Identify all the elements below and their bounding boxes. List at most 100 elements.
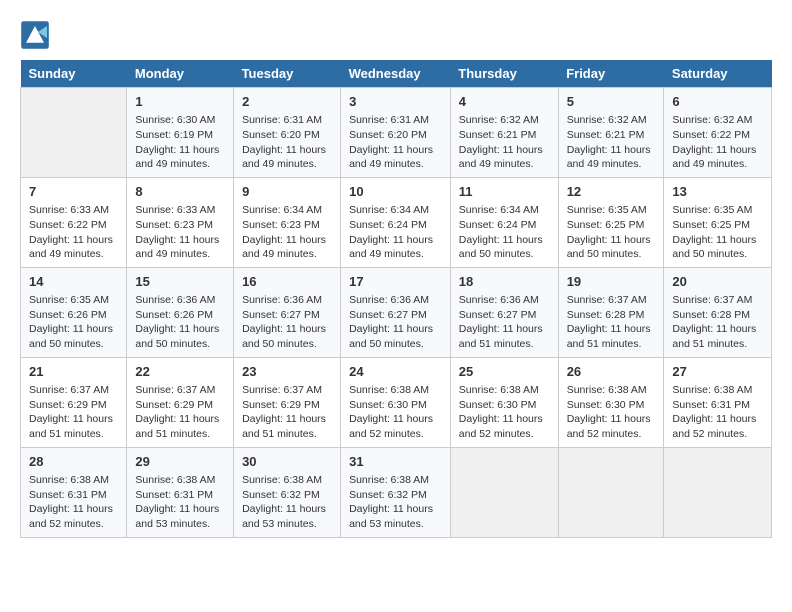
day-cell: 25 Sunrise: 6:38 AM Sunset: 6:30 PM Dayli… [450,357,558,447]
day-info: Sunrise: 6:38 AM Sunset: 6:32 PM Dayligh… [349,473,442,532]
day-info: Sunrise: 6:38 AM Sunset: 6:31 PM Dayligh… [672,383,763,442]
day-number: 2 [242,93,332,111]
day-cell [664,447,772,537]
day-info: Sunrise: 6:37 AM Sunset: 6:29 PM Dayligh… [135,383,225,442]
week-row-4: 21 Sunrise: 6:37 AM Sunset: 6:29 PM Dayli… [21,357,772,447]
day-info: Sunrise: 6:37 AM Sunset: 6:29 PM Dayligh… [242,383,332,442]
day-cell: 2 Sunrise: 6:31 AM Sunset: 6:20 PM Daylig… [234,88,341,178]
day-number: 5 [567,93,656,111]
col-header-monday: Monday [127,60,234,88]
day-info: Sunrise: 6:35 AM Sunset: 6:26 PM Dayligh… [29,293,118,352]
day-info: Sunrise: 6:38 AM Sunset: 6:31 PM Dayligh… [135,473,225,532]
day-cell: 21 Sunrise: 6:37 AM Sunset: 6:29 PM Dayli… [21,357,127,447]
day-number: 15 [135,273,225,291]
day-cell: 15 Sunrise: 6:36 AM Sunset: 6:26 PM Dayli… [127,267,234,357]
day-number: 22 [135,363,225,381]
day-cell: 11 Sunrise: 6:34 AM Sunset: 6:24 PM Dayli… [450,177,558,267]
day-cell: 3 Sunrise: 6:31 AM Sunset: 6:20 PM Daylig… [341,88,451,178]
day-cell: 1 Sunrise: 6:30 AM Sunset: 6:19 PM Daylig… [127,88,234,178]
day-cell: 26 Sunrise: 6:38 AM Sunset: 6:30 PM Dayli… [558,357,664,447]
col-header-friday: Friday [558,60,664,88]
day-cell: 6 Sunrise: 6:32 AM Sunset: 6:22 PM Daylig… [664,88,772,178]
day-number: 16 [242,273,332,291]
day-number: 14 [29,273,118,291]
day-info: Sunrise: 6:38 AM Sunset: 6:32 PM Dayligh… [242,473,332,532]
day-number: 18 [459,273,550,291]
logo [20,20,52,50]
day-cell: 22 Sunrise: 6:37 AM Sunset: 6:29 PM Dayli… [127,357,234,447]
day-cell: 29 Sunrise: 6:38 AM Sunset: 6:31 PM Dayli… [127,447,234,537]
day-number: 6 [672,93,763,111]
col-header-sunday: Sunday [21,60,127,88]
day-cell: 27 Sunrise: 6:38 AM Sunset: 6:31 PM Dayli… [664,357,772,447]
day-number: 31 [349,453,442,471]
day-number: 25 [459,363,550,381]
day-cell [21,88,127,178]
week-row-3: 14 Sunrise: 6:35 AM Sunset: 6:26 PM Dayli… [21,267,772,357]
day-number: 28 [29,453,118,471]
day-info: Sunrise: 6:37 AM Sunset: 6:29 PM Dayligh… [29,383,118,442]
day-cell: 9 Sunrise: 6:34 AM Sunset: 6:23 PM Daylig… [234,177,341,267]
day-number: 23 [242,363,332,381]
day-number: 27 [672,363,763,381]
day-info: Sunrise: 6:32 AM Sunset: 6:21 PM Dayligh… [567,113,656,172]
week-row-2: 7Sunrise: 6:33 AM Sunset: 6:22 PM Daylig… [21,177,772,267]
day-cell: 23 Sunrise: 6:37 AM Sunset: 6:29 PM Dayli… [234,357,341,447]
day-cell: 7Sunrise: 6:33 AM Sunset: 6:22 PM Daylig… [21,177,127,267]
day-number: 21 [29,363,118,381]
day-number: 29 [135,453,225,471]
day-info: Sunrise: 6:32 AM Sunset: 6:21 PM Dayligh… [459,113,550,172]
day-cell [450,447,558,537]
day-number: 3 [349,93,442,111]
day-number: 8 [135,183,225,201]
col-header-thursday: Thursday [450,60,558,88]
day-number: 13 [672,183,763,201]
day-cell: 30Sunrise: 6:38 AM Sunset: 6:32 PM Dayli… [234,447,341,537]
day-cell [558,447,664,537]
day-number: 9 [242,183,332,201]
day-info: Sunrise: 6:31 AM Sunset: 6:20 PM Dayligh… [242,113,332,172]
week-row-5: 28 Sunrise: 6:38 AM Sunset: 6:31 PM Dayli… [21,447,772,537]
day-info: Sunrise: 6:37 AM Sunset: 6:28 PM Dayligh… [567,293,656,352]
day-cell: 10Sunrise: 6:34 AM Sunset: 6:24 PM Dayli… [341,177,451,267]
day-cell: 28 Sunrise: 6:38 AM Sunset: 6:31 PM Dayli… [21,447,127,537]
day-number: 26 [567,363,656,381]
col-header-wednesday: Wednesday [341,60,451,88]
day-number: 19 [567,273,656,291]
day-cell: 14 Sunrise: 6:35 AM Sunset: 6:26 PM Dayli… [21,267,127,357]
calendar-table: SundayMondayTuesdayWednesdayThursdayFrid… [20,60,772,538]
day-info: Sunrise: 6:36 AM Sunset: 6:27 PM Dayligh… [459,293,550,352]
day-info: Sunrise: 6:38 AM Sunset: 6:31 PM Dayligh… [29,473,118,532]
day-cell: 4Sunrise: 6:32 AM Sunset: 6:21 PM Daylig… [450,88,558,178]
day-info: Sunrise: 6:35 AM Sunset: 6:25 PM Dayligh… [567,203,656,262]
day-cell: 16 Sunrise: 6:36 AM Sunset: 6:27 PM Dayli… [234,267,341,357]
day-number: 24 [349,363,442,381]
day-info: Sunrise: 6:30 AM Sunset: 6:19 PM Dayligh… [135,113,225,172]
day-info: Sunrise: 6:34 AM Sunset: 6:24 PM Dayligh… [459,203,550,262]
day-cell: 5 Sunrise: 6:32 AM Sunset: 6:21 PM Daylig… [558,88,664,178]
day-info: Sunrise: 6:33 AM Sunset: 6:23 PM Dayligh… [135,203,225,262]
day-cell: 18 Sunrise: 6:36 AM Sunset: 6:27 PM Dayli… [450,267,558,357]
day-cell: 19 Sunrise: 6:37 AM Sunset: 6:28 PM Dayli… [558,267,664,357]
calendar-header-row: SundayMondayTuesdayWednesdayThursdayFrid… [21,60,772,88]
day-number: 11 [459,183,550,201]
day-info: Sunrise: 6:34 AM Sunset: 6:23 PM Dayligh… [242,203,332,262]
day-info: Sunrise: 6:36 AM Sunset: 6:27 PM Dayligh… [242,293,332,352]
page-header [20,20,772,50]
day-cell: 20Sunrise: 6:37 AM Sunset: 6:28 PM Dayli… [664,267,772,357]
day-info: Sunrise: 6:31 AM Sunset: 6:20 PM Dayligh… [349,113,442,172]
day-number: 1 [135,93,225,111]
day-number: 20 [672,273,763,291]
day-info: Sunrise: 6:36 AM Sunset: 6:26 PM Dayligh… [135,293,225,352]
week-row-1: 1 Sunrise: 6:30 AM Sunset: 6:19 PM Daylig… [21,88,772,178]
day-cell: 8 Sunrise: 6:33 AM Sunset: 6:23 PM Daylig… [127,177,234,267]
day-cell: 31 Sunrise: 6:38 AM Sunset: 6:32 PM Dayli… [341,447,451,537]
day-info: Sunrise: 6:38 AM Sunset: 6:30 PM Dayligh… [567,383,656,442]
day-cell: 13Sunrise: 6:35 AM Sunset: 6:25 PM Dayli… [664,177,772,267]
day-number: 17 [349,273,442,291]
col-header-saturday: Saturday [664,60,772,88]
day-info: Sunrise: 6:32 AM Sunset: 6:22 PM Dayligh… [672,113,763,172]
day-info: Sunrise: 6:38 AM Sunset: 6:30 PM Dayligh… [459,383,550,442]
day-cell: 17Sunrise: 6:36 AM Sunset: 6:27 PM Dayli… [341,267,451,357]
day-number: 10 [349,183,442,201]
